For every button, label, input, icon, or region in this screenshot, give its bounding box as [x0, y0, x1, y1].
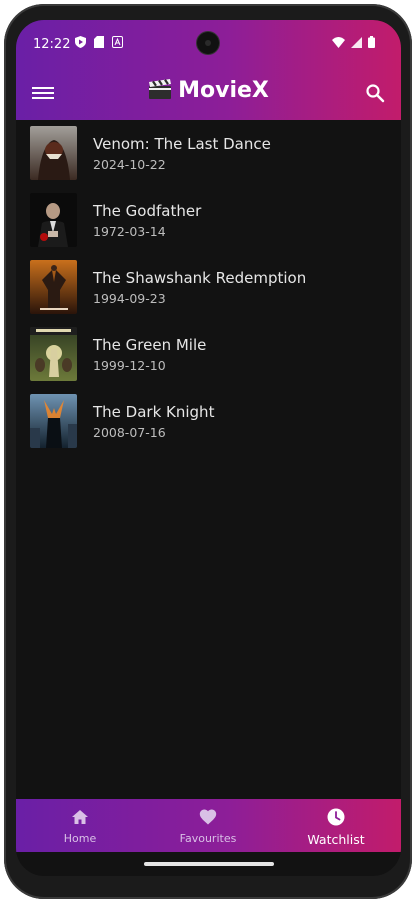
status-system-icons	[332, 36, 375, 52]
signal-icon	[351, 36, 362, 52]
movie-title: Venom: The Last Dance	[93, 135, 271, 153]
movie-list-item[interactable]: The Shawshank Redemption 1994-09-23	[16, 254, 401, 321]
gesture-home-bar[interactable]	[144, 862, 274, 866]
movie-list: Venom: The Last Dance 2024-10-22 The God…	[16, 120, 401, 455]
bottom-navigation: Home Favourites Watchlist	[16, 799, 401, 852]
front-camera	[197, 32, 219, 54]
sd-card-icon	[94, 36, 104, 52]
status-notification-icons	[75, 36, 123, 52]
movie-release-date: 1972-03-14	[93, 224, 166, 239]
heart-icon	[199, 809, 217, 825]
nav-tab-label: Favourites	[179, 832, 237, 845]
movie-poster	[30, 193, 77, 247]
text-a-icon	[112, 36, 123, 52]
movie-list-item[interactable]: Venom: The Last Dance 2024-10-22	[16, 120, 401, 187]
clock-icon	[327, 808, 345, 826]
movie-release-date: 2008-07-16	[93, 425, 166, 440]
nav-tab-home[interactable]: Home	[16, 799, 144, 852]
movie-poster	[30, 394, 77, 448]
movie-poster	[30, 260, 77, 314]
movie-list-item[interactable]: The Green Mile 1999-12-10	[16, 321, 401, 388]
nav-tab-label: Home	[63, 832, 97, 845]
home-icon	[72, 810, 88, 824]
battery-icon	[368, 36, 375, 52]
status-time: 12:22	[33, 37, 71, 52]
movie-release-date: 2024-10-22	[93, 157, 166, 172]
wifi-icon	[332, 36, 345, 52]
search-icon	[366, 84, 385, 103]
movie-poster	[30, 126, 77, 180]
app-bar: MovieX	[16, 72, 401, 116]
status-bar: 12:22	[16, 20, 401, 66]
movie-poster	[30, 327, 77, 381]
movie-title: The Green Mile	[93, 336, 207, 354]
movie-list-item[interactable]: The Dark Knight 2008-07-16	[16, 388, 401, 455]
movie-title: The Shawshank Redemption	[93, 269, 307, 287]
movie-title: The Godfather	[93, 202, 202, 220]
movie-title: The Dark Knight	[93, 403, 215, 421]
clapperboard-icon	[148, 79, 172, 99]
movie-release-date: 1999-12-10	[93, 358, 166, 373]
play-protect-icon	[75, 36, 86, 52]
search-button[interactable]	[365, 83, 387, 105]
nav-tab-favourites[interactable]: Favourites	[144, 799, 272, 852]
screen: 12:22 MovieX Venom: The Last Dance 2024-…	[16, 20, 401, 876]
app-title: MovieX	[16, 78, 401, 103]
app-title-text: MovieX	[178, 78, 269, 103]
nav-tab-watchlist[interactable]: Watchlist	[272, 799, 400, 852]
nav-tab-label: Watchlist	[307, 832, 365, 847]
movie-list-item[interactable]: The Godfather 1972-03-14	[16, 187, 401, 254]
movie-release-date: 1994-09-23	[93, 291, 166, 306]
